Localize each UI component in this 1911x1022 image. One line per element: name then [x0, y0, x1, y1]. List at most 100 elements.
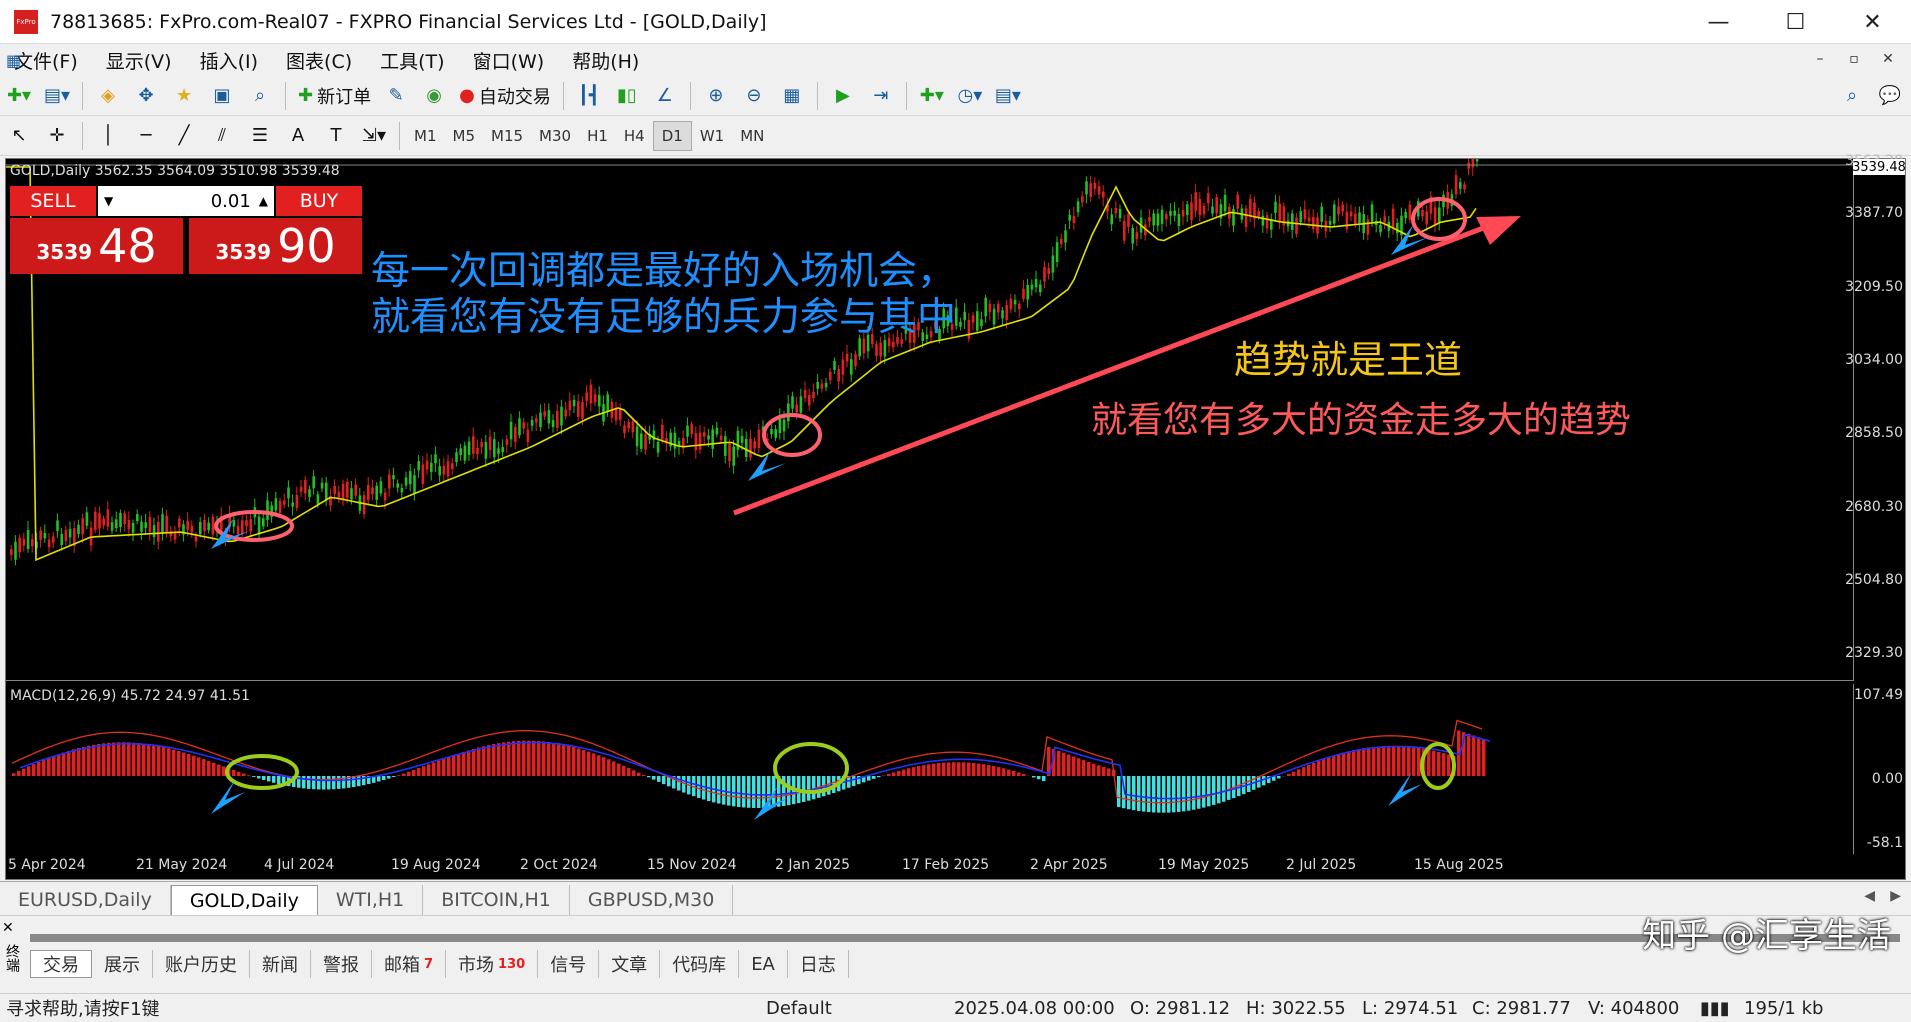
lot-size-field[interactable]: ▼ 0.01 ▲	[98, 186, 274, 216]
terminal-tab-articles[interactable]: 文章	[599, 950, 660, 978]
text-icon[interactable]: A	[282, 120, 314, 152]
chart-tab-gold[interactable]: GOLD,Daily	[171, 885, 318, 915]
zoom-out-icon[interactable]: ⊖	[738, 80, 770, 112]
terminal-tab-history[interactable]: 账户历史	[153, 950, 250, 978]
terminal-close-button[interactable]: ✕	[2, 920, 24, 936]
candle-body	[371, 487, 374, 494]
zoom-in-icon[interactable]: ⊕	[700, 80, 732, 112]
macd-histogram-bar	[732, 776, 736, 806]
indicators-icon[interactable]: ✚▾	[916, 80, 948, 112]
timeframe-m1[interactable]: M1	[406, 121, 445, 151]
cursor-icon[interactable]: ↖	[3, 120, 35, 152]
autoscroll-icon[interactable]: ▶	[827, 80, 859, 112]
fibonacci-icon[interactable]: ☰	[244, 120, 276, 152]
timeframe-h1[interactable]: H1	[579, 121, 616, 151]
market-watch-icon[interactable]: ◈	[92, 80, 124, 112]
new-order-button[interactable]: ✚新订单	[295, 80, 374, 112]
text-label-icon[interactable]: T	[320, 120, 352, 152]
candle-body	[829, 372, 832, 381]
menu-insert[interactable]: 插入(I)	[186, 47, 272, 74]
price-pane[interactable]: GOLD,Daily 3562.35 3564.09 3510.98 3539.…	[6, 159, 1854, 681]
macd-histogram-bar	[87, 746, 91, 776]
candle-body	[149, 517, 152, 532]
macd-histogram-bar	[737, 776, 741, 807]
search-icon[interactable]: ⌕	[1836, 80, 1868, 112]
chart-tab-eurusd[interactable]: EURUSD,Daily	[0, 885, 171, 915]
sell-button[interactable]: SELL	[10, 186, 96, 216]
sell-price-box[interactable]: 3539 48	[10, 218, 183, 274]
timeframe-w1[interactable]: W1	[692, 121, 732, 151]
menu-charts[interactable]: 图表(C)	[272, 47, 366, 74]
candle-body	[380, 481, 383, 493]
chart-tab-wti[interactable]: WTI,H1	[318, 885, 423, 915]
terminal-tab-market[interactable]: 市场130	[446, 950, 538, 978]
chart-window[interactable]: GOLD,Daily 3562.35 3564.09 3510.98 3539.…	[5, 158, 1906, 880]
tab-scroll-left-icon[interactable]: ◀	[1864, 888, 1875, 904]
auto-trading-button[interactable]: ●自动交易	[456, 80, 554, 112]
lot-decrease-icon[interactable]: ▼	[104, 194, 113, 208]
terminal-tab-alerts[interactable]: 警报	[311, 950, 372, 978]
data-window-icon[interactable]: ✥	[130, 80, 162, 112]
navigator-icon[interactable]: ★	[168, 80, 200, 112]
trendline-icon[interactable]: ╱	[168, 120, 200, 152]
crosshair-icon[interactable]: ✛	[41, 120, 73, 152]
signals-icon[interactable]: ◉	[418, 80, 450, 112]
maximize-button[interactable]: ☐	[1757, 0, 1834, 44]
line-chart-icon[interactable]: ∠	[649, 80, 681, 112]
mdi-close-button[interactable]: ✕	[1875, 48, 1901, 70]
chart-tab-bitcoin[interactable]: BITCOIN,H1	[423, 885, 570, 915]
metaeditor-icon[interactable]: ✎	[380, 80, 412, 112]
timeframe-m15[interactable]: M15	[483, 121, 531, 151]
horizontal-line-icon[interactable]: ─	[130, 120, 162, 152]
timeframe-m5[interactable]: M5	[445, 121, 484, 151]
candlestick-icon[interactable]: ▮▯	[611, 80, 643, 112]
mdi-restore-button[interactable]: ▫	[1841, 48, 1867, 70]
terminal-tab-signals[interactable]: 信号	[538, 950, 599, 978]
candle-body	[363, 495, 366, 514]
tab-scroll-right-icon[interactable]: ▶	[1890, 888, 1901, 904]
equidistant-channel-icon[interactable]: ⫽	[206, 120, 238, 152]
terminal-tab-mailbox[interactable]: 邮箱7	[372, 950, 446, 978]
terminal-tab-exposure[interactable]: 展示	[92, 950, 153, 978]
timeframe-m30[interactable]: M30	[531, 121, 579, 151]
chart-window-icon[interactable]: ▦	[6, 51, 21, 70]
menu-window[interactable]: 窗口(W)	[459, 47, 559, 74]
chart-shift-icon[interactable]: ⇥	[865, 80, 897, 112]
macd-histogram-bar	[52, 756, 56, 776]
periods-icon[interactable]: ◷▾	[954, 80, 986, 112]
lot-increase-icon[interactable]: ▲	[259, 194, 268, 208]
candle-body	[241, 520, 244, 534]
chat-icon[interactable]: 💬	[1874, 80, 1906, 112]
menu-help[interactable]: 帮助(H)	[558, 47, 653, 74]
buy-price-box[interactable]: 3539 90	[189, 218, 362, 274]
new-chart-icon[interactable]: ✚▾	[3, 80, 35, 112]
close-button[interactable]: ✕	[1834, 0, 1911, 44]
vertical-line-icon[interactable]: │	[92, 120, 124, 152]
macd-highlight-circle	[775, 744, 847, 792]
timeframe-mn[interactable]: MN	[732, 121, 772, 151]
strategy-tester-icon[interactable]: ⌕	[244, 80, 276, 112]
terminal-tab-news[interactable]: 新闻	[250, 950, 311, 978]
arrows-icon[interactable]: ⇲▾	[358, 120, 390, 152]
profiles-icon[interactable]: ▤▾	[41, 80, 73, 112]
macd-histogram-bar	[402, 774, 406, 776]
terminal-tab-codebase[interactable]: 代码库	[660, 950, 739, 978]
terminal-tab-experts[interactable]: EA	[739, 950, 788, 978]
templates-icon[interactable]: ▤▾	[992, 80, 1024, 112]
chart-tab-gbpusd[interactable]: GBPUSD,M30	[570, 885, 733, 915]
timeframe-d1[interactable]: D1	[653, 121, 692, 151]
terminal-tab-trade[interactable]: 交易	[30, 950, 92, 978]
terminal-tab-journal[interactable]: 日志	[788, 950, 849, 978]
minimize-button[interactable]: —	[1680, 0, 1757, 44]
macd-pane[interactable]: MACD(12,26,9) 45.72 24.97 41.51	[6, 684, 1854, 854]
buy-button[interactable]: BUY	[276, 186, 362, 216]
terminal-icon[interactable]: ▣	[206, 80, 238, 112]
tile-windows-icon[interactable]: ▦	[776, 80, 808, 112]
bar-chart-icon[interactable]: ┃┫	[573, 80, 605, 112]
candle-body	[472, 436, 475, 453]
terminal-scrollbar[interactable]	[30, 934, 1900, 942]
menu-tools[interactable]: 工具(T)	[366, 47, 458, 74]
timeframe-h4[interactable]: H4	[616, 121, 653, 151]
menu-view[interactable]: 显示(V)	[92, 47, 186, 74]
mdi-minimize-button[interactable]: –	[1807, 48, 1833, 70]
